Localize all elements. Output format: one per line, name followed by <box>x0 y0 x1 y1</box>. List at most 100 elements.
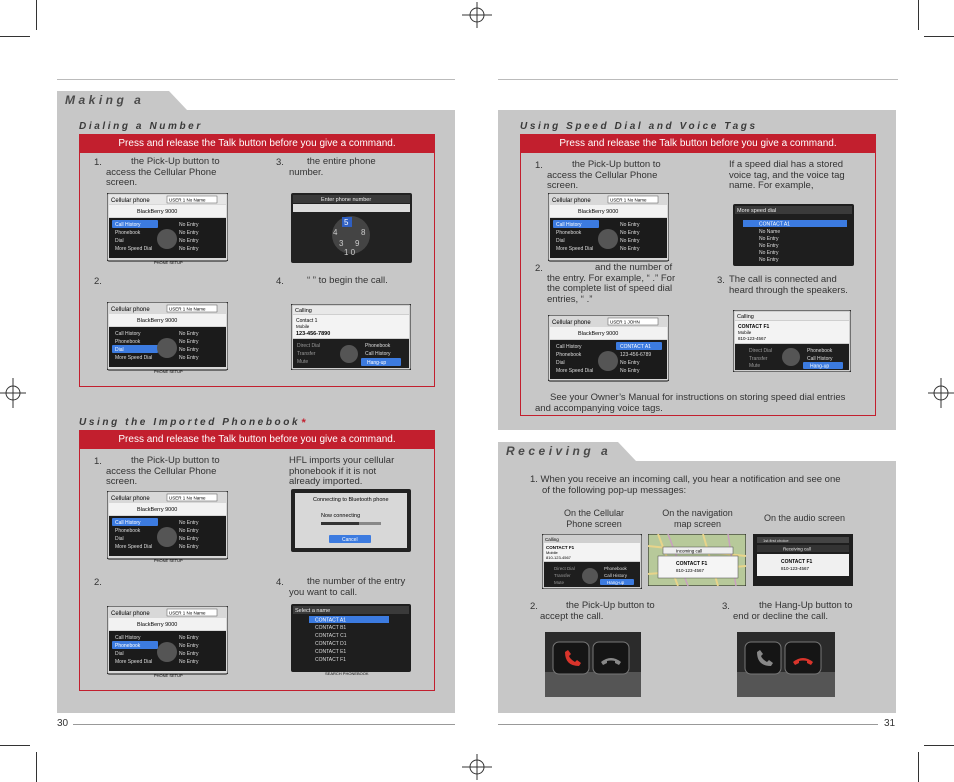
svg-text:No Entry: No Entry <box>179 635 199 641</box>
svg-text:810-123-4567: 810-123-4567 <box>676 568 705 573</box>
svg-text:Cancel: Cancel <box>342 537 358 543</box>
svg-text:Cellular phone: Cellular phone <box>552 320 591 326</box>
talk-prompt: Press and release the Talk button before… <box>521 135 875 153</box>
svg-text:No Entry: No Entry <box>179 651 199 657</box>
svg-text:USER 1 JOHN: USER 1 JOHN <box>610 320 640 325</box>
cellular-phone-screen: Cellular phone USER 1 No Name BlackBerry… <box>107 193 228 265</box>
hang-up-button-photo <box>737 632 835 697</box>
svg-text:Dial: Dial <box>556 238 565 244</box>
svg-text:Call History: Call History <box>115 222 141 228</box>
svg-text:USER 1 No Name: USER 1 No Name <box>169 198 206 203</box>
svg-text:Hang-up: Hang-up <box>810 364 829 370</box>
svg-text:More Speed Dial: More Speed Dial <box>556 368 593 374</box>
svg-text:No Entry: No Entry <box>179 355 199 361</box>
section-title-making-a-call: Making a Call <box>57 91 187 126</box>
select-a-name-screen: Select a name CONTACT A1 CONTACT B1 CONT… <box>291 604 411 676</box>
footer-rule <box>73 724 455 725</box>
svg-text:Cellular phone: Cellular phone <box>111 307 150 313</box>
step-note: HFL imports your cellular phonebook if i… <box>289 455 395 487</box>
subtitle-dialing: Dialing a Number <box>79 121 203 132</box>
svg-text:No Entry: No Entry <box>179 238 199 244</box>
more-speed-dial-screen: More speed dial CONTACT A1 No Name No En… <box>733 204 854 266</box>
svg-text:Phonebook: Phonebook <box>807 348 833 354</box>
caption-cellular: On the Cellular Phone screen <box>563 508 625 529</box>
svg-text:More Speed Dial: More Speed Dial <box>115 544 152 550</box>
page-number: 31 <box>884 718 896 729</box>
svg-text:Direct Dial: Direct Dial <box>749 348 772 354</box>
step-number: 2. <box>94 276 102 287</box>
registration-mark <box>928 378 954 408</box>
cellular-phone-screen: Cellular phone USER 1 No Name BlackBerry… <box>107 491 228 563</box>
svg-text:BlackBerry 9000: BlackBerry 9000 <box>137 507 177 513</box>
svg-text:Phonebook: Phonebook <box>115 528 141 534</box>
svg-text:No Entry: No Entry <box>179 643 199 649</box>
svg-text:USER 1 No Name: USER 1 No Name <box>169 611 206 616</box>
svg-text:Phonebook: Phonebook <box>556 230 582 236</box>
svg-text:No Entry: No Entry <box>759 236 779 242</box>
svg-text:No Entry: No Entry <box>179 339 199 345</box>
svg-text:1 0: 1 0 <box>344 248 356 257</box>
svg-text:CONTACT F1: CONTACT F1 <box>315 657 346 663</box>
cellular-phone-screen-phonebook: Cellular phone USER 1 No Name BlackBerry… <box>107 606 228 678</box>
crop-mark <box>36 752 37 782</box>
svg-text:No Entry: No Entry <box>179 659 199 665</box>
svg-text:Calling: Calling <box>545 537 559 542</box>
svg-text:Call History: Call History <box>556 344 582 350</box>
step-number: 3. <box>717 275 725 286</box>
crop-mark <box>924 745 954 746</box>
svg-text:More Speed Dial: More Speed Dial <box>556 246 593 252</box>
svg-text:Phonebook: Phonebook <box>556 352 582 358</box>
svg-text:Select a name: Select a name <box>295 608 330 614</box>
svg-text:No Entry: No Entry <box>179 331 199 337</box>
calling-screen: Calling Contact 1 Mobile 123-456-7890 Di… <box>291 304 411 370</box>
svg-text:CONTACT E1: CONTACT E1 <box>315 649 346 655</box>
svg-text:No Entry: No Entry <box>179 246 199 252</box>
svg-text:Mobile: Mobile <box>738 330 752 335</box>
svg-text:No Entry: No Entry <box>620 368 640 374</box>
svg-text:No Name: No Name <box>759 229 780 235</box>
step-text: “ ” to begin the call. <box>307 275 388 286</box>
step-number: 4. <box>276 577 284 588</box>
svg-text:5: 5 <box>344 218 349 227</box>
svg-text:USER 1 No Name: USER 1 No Name <box>610 198 647 203</box>
registration-mark <box>462 754 492 780</box>
step-text: the number of the entry you want to call… <box>289 576 406 598</box>
top-rule <box>57 79 455 80</box>
svg-text:PHONE SETUP: PHONE SETUP <box>154 369 183 374</box>
svg-text:BlackBerry 9000: BlackBerry 9000 <box>137 622 177 628</box>
step-number: 2. <box>94 577 102 588</box>
svg-text:810-123-4567: 810-123-4567 <box>781 566 810 571</box>
svg-text:Dial: Dial <box>115 536 124 542</box>
svg-text:CONTACT A1: CONTACT A1 <box>759 222 790 228</box>
svg-text:More Speed Dial: More Speed Dial <box>115 246 152 252</box>
manual-note: See your Owner’s Manual for instructions… <box>535 392 846 414</box>
crop-mark <box>0 36 30 37</box>
crop-mark <box>36 0 37 30</box>
svg-text:Hang-up: Hang-up <box>367 360 386 366</box>
enter-phone-number-screen: Enter phone number 5 4 8 3 9 1 0 <box>291 193 412 263</box>
svg-text:No Entry: No Entry <box>179 544 199 550</box>
step-number: 1. <box>94 157 102 168</box>
svg-text:Cellular phone: Cellular phone <box>111 496 150 502</box>
svg-text:Transfer: Transfer <box>554 573 571 578</box>
svg-text:Dial: Dial <box>115 347 124 353</box>
svg-text:810-123-4567: 810-123-4567 <box>738 336 767 341</box>
step-text: the Hang-Up button to end or decline the… <box>733 600 853 622</box>
svg-text:Receiving call: Receiving call <box>783 547 811 552</box>
svg-text:810-123-4567: 810-123-4567 <box>546 555 572 560</box>
incoming-call-audio-screen: 1st.first choice Receiving call CONTACT … <box>753 534 853 586</box>
page-number: 30 <box>57 718 69 729</box>
cellular-phone-screen: Cellular phone USER 1 No Name BlackBerry… <box>548 193 669 262</box>
talk-prompt: Press and release the Talk button before… <box>80 135 434 153</box>
svg-text:Call History: Call History <box>807 356 833 362</box>
svg-text:BlackBerry 9000: BlackBerry 9000 <box>578 331 618 337</box>
step-text: the Pick-Up button to access the Cellula… <box>106 156 220 188</box>
step-number: 4. <box>276 276 284 287</box>
receiving-step-1: 1. When you receive an incoming call, yo… <box>530 474 841 496</box>
svg-text:CONTACT A1: CONTACT A1 <box>315 618 346 624</box>
svg-text:Call History: Call History <box>115 520 141 526</box>
svg-text:USER 1 No Name: USER 1 No Name <box>169 307 206 312</box>
registration-mark <box>462 2 492 28</box>
cellular-phone-screen-john: Cellular phone USER 1 JOHN BlackBerry 90… <box>548 315 669 382</box>
pick-up-button-photo <box>545 632 641 697</box>
